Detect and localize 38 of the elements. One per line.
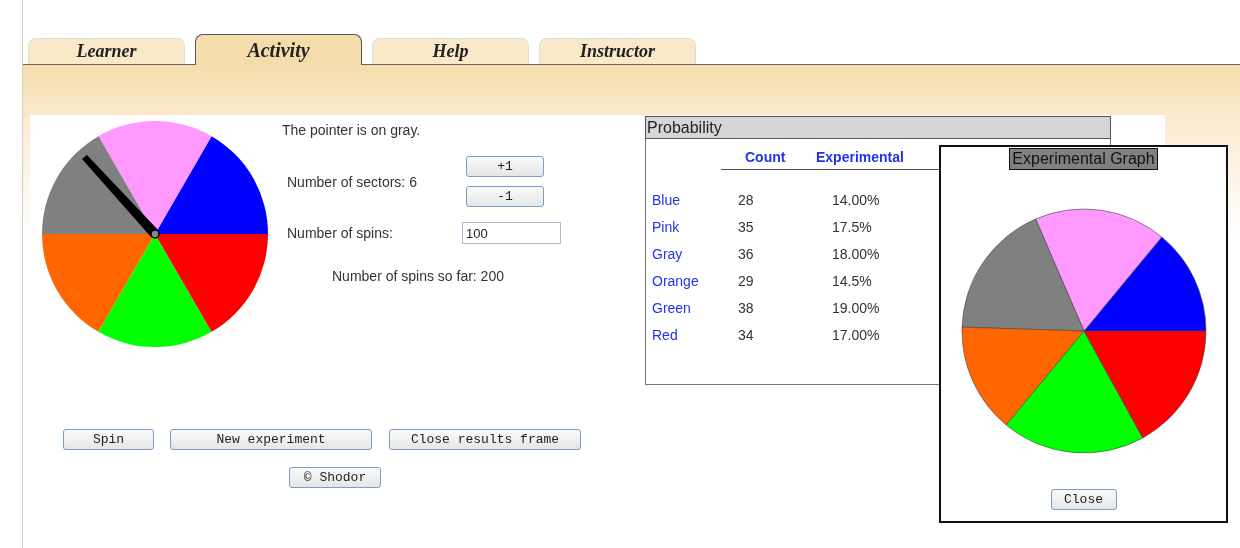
spins-label: Number of spins: (287, 225, 393, 241)
count-cell: 28 (738, 191, 754, 208)
count-cell: 36 (738, 245, 754, 262)
percent-cell: 14.5% (832, 272, 872, 289)
pointer-status-text: The pointer is on gray. (282, 122, 422, 138)
color-name: Red (652, 326, 678, 343)
percent-cell: 17.00% (832, 326, 880, 343)
count-cell: 29 (738, 272, 754, 289)
spins-input[interactable]: 100 (462, 222, 561, 244)
percent-cell: 14.00% (832, 191, 880, 208)
sector-count-button[interactable]: -1 (466, 186, 544, 207)
percent-cell: 19.00% (832, 299, 880, 316)
count-cell: 34 (738, 326, 754, 343)
credit-button[interactable]: © Shodor (289, 467, 381, 488)
color-name: Pink (652, 218, 680, 235)
count-cell: 35 (738, 218, 754, 235)
tab[interactable]: Instructor (539, 38, 696, 64)
tab[interactable]: Activity (195, 34, 362, 65)
color-name: Gray (652, 245, 683, 262)
action-button[interactable]: Spin (63, 429, 154, 450)
percent-cell: 17.5% (832, 218, 872, 235)
probability-title: Probability (645, 116, 1111, 139)
color-name: Orange (652, 272, 699, 289)
action-button[interactable]: New experiment (170, 429, 372, 450)
color-name: Blue (652, 191, 681, 208)
tab[interactable]: Help (372, 38, 529, 64)
color-name: Green (652, 299, 691, 316)
action-button[interactable]: Close results frame (389, 429, 581, 450)
column-header: Experimental (816, 149, 904, 165)
graph-title: Experimental Graph (1009, 148, 1158, 170)
column-header: Count (745, 149, 787, 165)
percent-cell: 18.00% (832, 245, 880, 262)
sectors-label: Number of sectors: 6 (287, 173, 417, 190)
tab[interactable]: Learner (28, 38, 185, 64)
spins-so-far-text: Number of spins so far: 200 (332, 268, 504, 284)
sector-count-button[interactable]: +1 (466, 156, 544, 177)
close-button[interactable]: Close (1050, 489, 1117, 510)
count-cell: 38 (738, 299, 754, 316)
